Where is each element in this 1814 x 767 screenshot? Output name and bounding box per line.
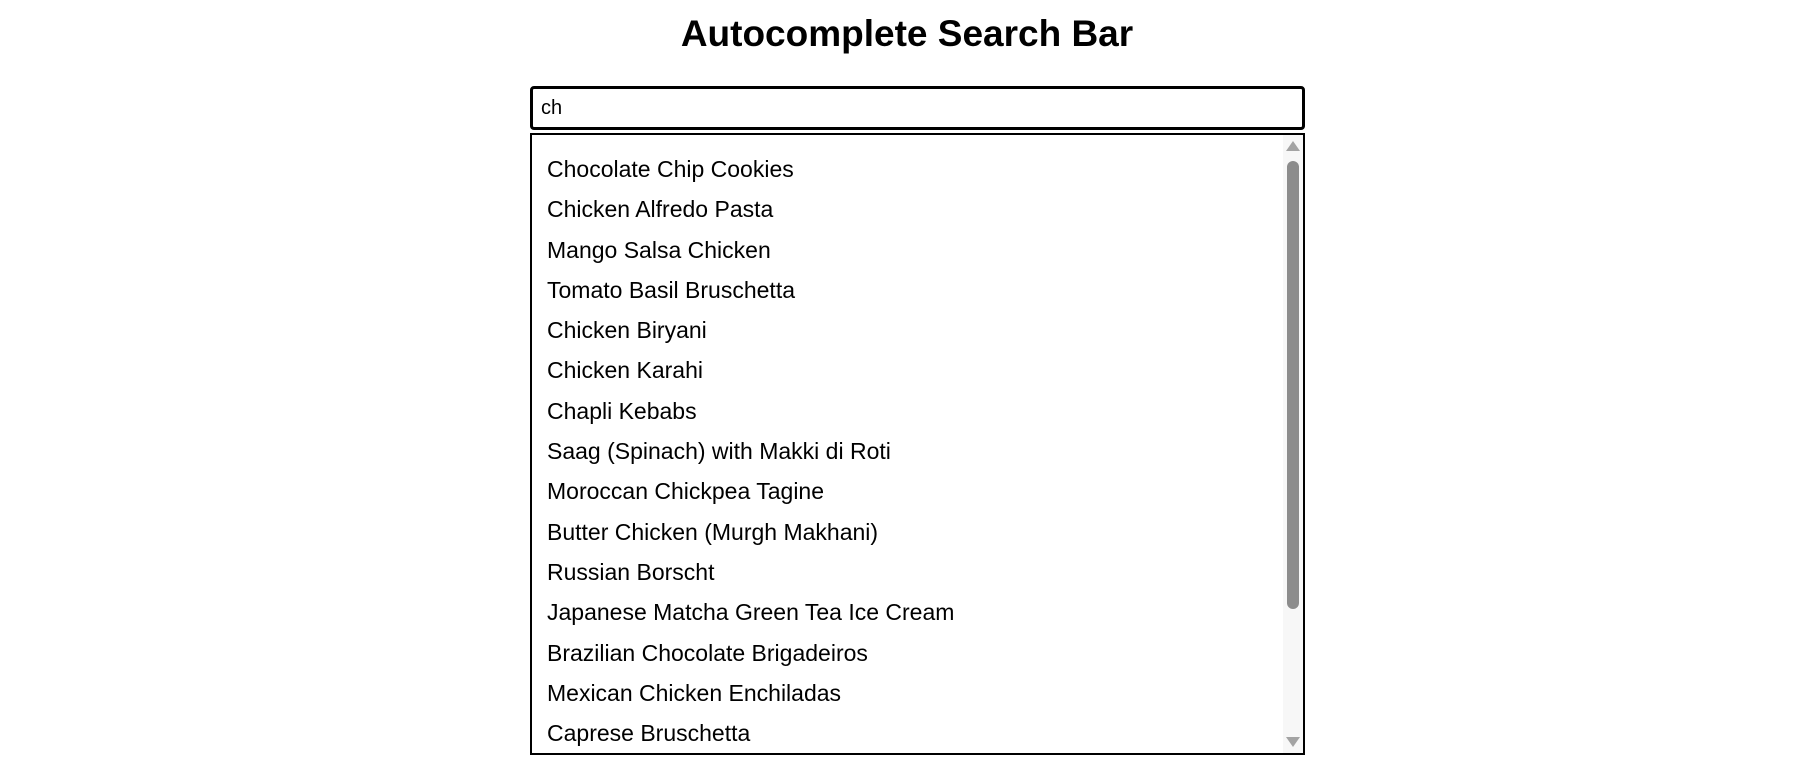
suggestion-item[interactable]: Mexican Chicken Enchiladas bbox=[532, 673, 1281, 713]
suggestion-item[interactable]: Chicken Alfredo Pasta bbox=[532, 189, 1281, 229]
suggestion-item[interactable]: Saag (Spinach) with Makki di Roti bbox=[532, 431, 1281, 471]
suggestion-item[interactable]: Moroccan Chickpea Tagine bbox=[532, 471, 1281, 511]
suggestion-item[interactable]: Tomato Basil Bruschetta bbox=[532, 270, 1281, 310]
suggestion-item[interactable]: Japanese Matcha Green Tea Ice Cream bbox=[532, 592, 1281, 632]
suggestion-item[interactable]: Chicken Biryani bbox=[532, 310, 1281, 350]
suggestion-item[interactable]: Butter Chicken (Murgh Makhani) bbox=[532, 512, 1281, 552]
suggestion-item[interactable]: Chocolate Chip Cookies bbox=[532, 149, 1281, 189]
suggestion-item[interactable]: Brazilian Chocolate Brigadeiros bbox=[532, 633, 1281, 673]
scroll-up-arrow-icon[interactable] bbox=[1286, 141, 1300, 151]
suggestion-item[interactable]: Mango Salsa Chicken bbox=[532, 230, 1281, 270]
suggestion-item[interactable]: Chapli Kebabs bbox=[532, 391, 1281, 431]
suggestion-item[interactable]: Russian Borscht bbox=[532, 552, 1281, 592]
scrollbar-thumb[interactable] bbox=[1287, 161, 1299, 609]
page: Autocomplete Search Bar Chocolate Chip C… bbox=[0, 0, 1814, 767]
vertical-scrollbar[interactable] bbox=[1283, 135, 1303, 753]
scroll-down-arrow-icon[interactable] bbox=[1286, 737, 1300, 747]
search-input[interactable] bbox=[530, 86, 1305, 130]
suggestion-item[interactable]: Chicken Karahi bbox=[532, 350, 1281, 390]
page-title: Autocomplete Search Bar bbox=[680, 13, 1134, 54]
suggestion-item[interactable]: Caprese Bruschetta bbox=[532, 713, 1281, 753]
suggestion-list: Chocolate Chip Cookies Chicken Alfredo P… bbox=[532, 135, 1281, 753]
suggestions-dropdown: Chocolate Chip Cookies Chicken Alfredo P… bbox=[530, 133, 1305, 755]
